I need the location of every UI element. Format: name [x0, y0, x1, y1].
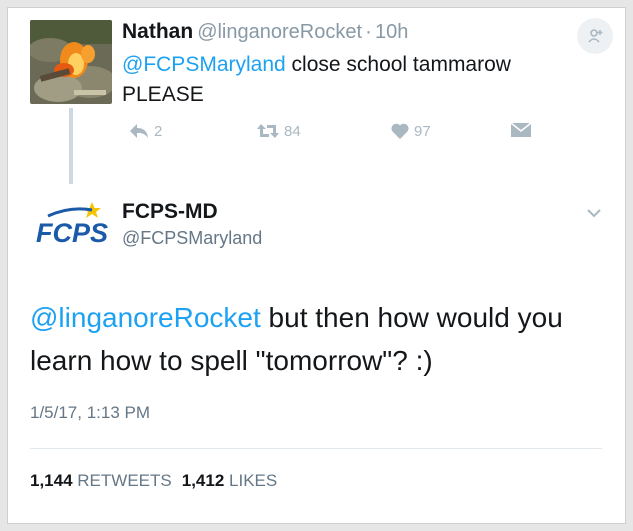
dm-envelope-icon: [510, 122, 532, 137]
reply-timestamp[interactable]: 10h: [375, 21, 408, 43]
divider: [30, 448, 602, 449]
likes-count: 1,412: [181, 471, 225, 490]
retweet-icon: [257, 124, 279, 138]
svg-text:FCPS: FCPS: [36, 218, 108, 248]
retweets-count: 1,144: [30, 471, 73, 490]
thread-connector: [69, 108, 73, 184]
author-handle[interactable]: @FCPSMaryland: [122, 228, 262, 249]
reply-header: Nathan @linganoreRocket · 10h: [122, 20, 408, 44]
retweet-count: 84: [284, 122, 301, 140]
add-user-icon: [588, 29, 603, 43]
reply-text: @FCPSMaryland close school tammarow PLEA…: [122, 50, 592, 110]
reply-author-name[interactable]: Nathan: [122, 20, 193, 43]
likes-label: LIKES: [229, 471, 278, 490]
reply-author-handle[interactable]: @linganoreRocket: [197, 21, 362, 43]
heart-icon: [391, 123, 409, 139]
author-name[interactable]: FCPS-MD: [122, 200, 218, 224]
retweets-stat[interactable]: 1,144 RETWEETS: [30, 471, 172, 490]
dm-action[interactable]: [510, 122, 532, 138]
likes-stat[interactable]: 1,412 LIKES: [182, 471, 277, 490]
tweet-text: @linganoreRocket but then how would you …: [30, 296, 600, 382]
reply-count: 2: [154, 122, 163, 140]
reply-action[interactable]: 2: [128, 122, 162, 140]
reply-action-bar: 2 84 97: [122, 122, 542, 146]
tweet-screenshot: Nathan @linganoreRocket · 10h @FCPSMaryland…: [7, 7, 626, 524]
chevron-down-icon: [587, 209, 601, 218]
reply-mention-link[interactable]: @FCPSMaryland: [122, 53, 286, 76]
reply-tweet[interactable]: Nathan @linganoreRocket · 10h @FCPSMaryland…: [8, 8, 625, 184]
tweet-stats: 1,144 RETWEETS 1,412 LIKES: [30, 471, 277, 491]
retweets-label: RETWEETS: [77, 471, 172, 490]
avatar-nathan[interactable]: [30, 20, 112, 104]
fcps-logo[interactable]: FCPS: [30, 198, 120, 248]
separator-dot: ·: [365, 20, 373, 43]
tweet-date[interactable]: 1/5/17, 1:13 PM: [30, 403, 150, 423]
reply-icon: [130, 124, 148, 138]
follow-button[interactable]: [577, 18, 613, 54]
like-action[interactable]: 97: [390, 122, 431, 140]
tweet-mention-link[interactable]: @linganoreRocket: [30, 302, 261, 333]
retweet-action[interactable]: 84: [256, 122, 301, 140]
tweet-menu-button[interactable]: [583, 202, 605, 224]
like-count: 97: [414, 122, 431, 140]
